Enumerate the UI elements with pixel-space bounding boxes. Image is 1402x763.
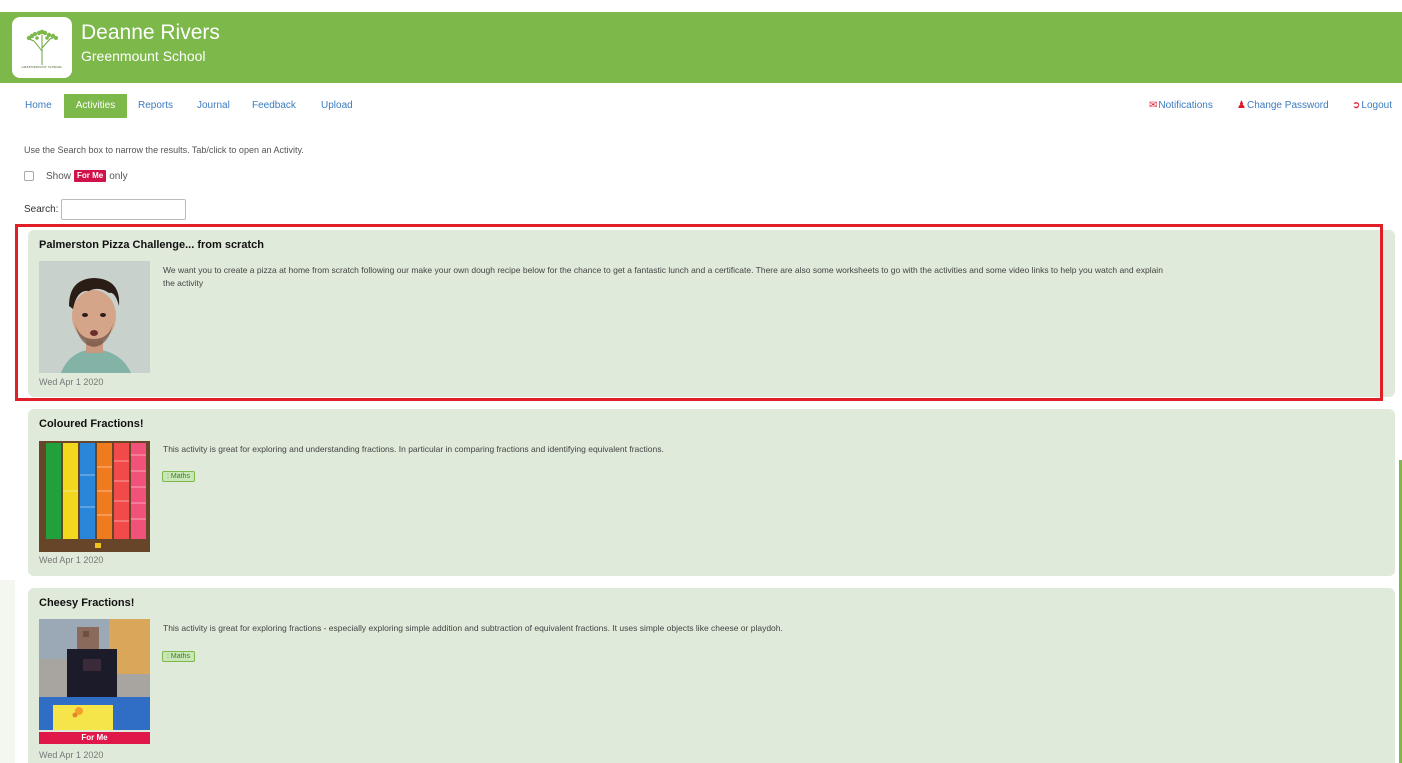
nav-home[interactable]: Home: [16, 94, 61, 118]
activity-thumbnail: [39, 619, 150, 730]
nav-journal[interactable]: Journal: [188, 94, 239, 118]
activity-date: Wed Apr 1 2020: [39, 377, 104, 387]
activity-card[interactable]: Coloured Fractions! This activity is gre…: [28, 409, 1395, 576]
only-label: only: [109, 170, 128, 182]
intro-text: Use the Search box to narrow the results…: [24, 145, 304, 155]
for-me-badge: For Me: [74, 170, 107, 182]
search-label: Search:: [24, 204, 59, 215]
envelope-icon: ✉: [1149, 100, 1158, 111]
nav-reports[interactable]: Reports: [129, 94, 182, 118]
activity-description: We want you to create a pizza at home fr…: [163, 265, 1163, 288]
activity-title: Palmerston Pizza Challenge... from scrat…: [39, 239, 264, 251]
activity-description: This activity is great for exploring and…: [163, 444, 664, 454]
nav-activities[interactable]: Activities: [64, 94, 127, 118]
activity-thumbnail: [39, 441, 150, 552]
search-row: Search:: [24, 199, 187, 220]
activity-title: Cheesy Fractions!: [39, 597, 135, 609]
activity-card[interactable]: Palmerston Pizza Challenge... from scrat…: [28, 230, 1395, 397]
activity-date: Wed Apr 1 2020: [39, 555, 104, 565]
show-label: Show: [46, 170, 72, 182]
user-icon: ♟: [1237, 100, 1246, 111]
nav-upload[interactable]: Upload: [312, 94, 362, 118]
school-name: Greenmount School: [81, 48, 206, 64]
for-me-checkbox[interactable]: [24, 171, 34, 181]
nav-logout[interactable]: ➲Logout: [1343, 94, 1401, 118]
main-nav: Home Activities Reports Journal Feedback…: [0, 94, 1402, 118]
activity-card[interactable]: Cheesy Fractions! For Me This activity i…: [28, 588, 1395, 763]
nav-logout-label: Logout: [1361, 100, 1392, 111]
logo-text: GREENMOUNT SCHOOL: [21, 65, 63, 69]
for-me-filter: Show For Me only: [24, 170, 128, 182]
nav-change-password-label: Change Password: [1246, 100, 1329, 111]
nav-notifications[interactable]: ✉Notifications: [1140, 94, 1222, 118]
subject-tag[interactable]: : Maths: [162, 471, 195, 482]
for-me-label: For Me: [39, 732, 150, 744]
nav-change-password[interactable]: ♟Change Password: [1228, 94, 1338, 118]
activity-title: Coloured Fractions!: [39, 418, 144, 430]
school-logo[interactable]: GREENMOUNT SCHOOL: [12, 17, 72, 78]
user-name: Deanne Rivers: [81, 21, 220, 44]
activity-description: This activity is great for exploring fra…: [163, 623, 783, 633]
logout-icon: ➲: [1352, 100, 1361, 111]
activity-thumbnail: [39, 261, 150, 373]
subject-tag[interactable]: : Maths: [162, 651, 195, 662]
activity-date: Wed Apr 1 2020: [39, 750, 104, 760]
nav-feedback[interactable]: Feedback: [243, 94, 305, 118]
app-header: GREENMOUNT SCHOOL Deanne Rivers Greenmou…: [0, 12, 1402, 83]
page-gutter: [0, 580, 15, 763]
nav-notifications-label: Notifications: [1158, 100, 1213, 111]
search-input[interactable]: [61, 199, 187, 220]
